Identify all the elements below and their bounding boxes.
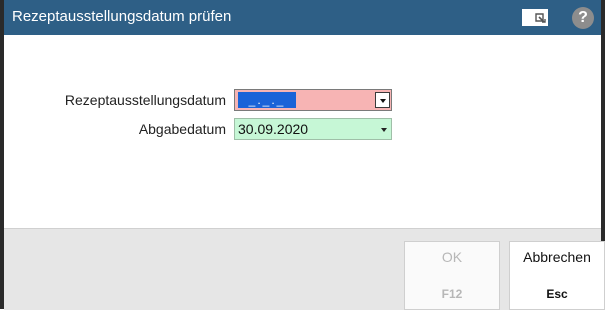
form-area: Rezeptausstellungsdatum _._._ Abgabedatu…	[4, 35, 601, 228]
dialog-title: Rezeptausstellungsdatum prüfen	[12, 8, 232, 25]
ok-button-label: OK	[441, 249, 463, 265]
rezept-date-dropdown-button[interactable]	[375, 92, 390, 108]
button-bar: OK F12 Abbrechen Esc	[4, 228, 605, 310]
dialog-window: Rezeptausstellungsdatum prüfen ? Rezepta…	[0, 0, 605, 310]
abgabe-date-value[interactable]: 30.09.2020	[238, 119, 308, 139]
cancel-button-label: Abbrechen	[523, 249, 591, 265]
cancel-button-shortcut: Esc	[546, 287, 568, 301]
chevron-down-icon[interactable]	[381, 128, 387, 132]
rezept-date-value[interactable]: _._._	[238, 92, 296, 108]
rezept-date-label: Rezeptausstellungsdatum	[64, 92, 226, 108]
window-icon[interactable]	[522, 9, 548, 26]
abgabe-date-field[interactable]: 30.09.2020	[234, 118, 392, 140]
rezept-date-field[interactable]: _._._	[234, 89, 392, 111]
ok-button[interactable]: OK F12	[404, 241, 500, 310]
abgabe-date-label: Abgabedatum	[138, 121, 226, 137]
title-bar: Rezeptausstellungsdatum prüfen ?	[4, 0, 601, 35]
cancel-button[interactable]: Abbrechen Esc	[509, 241, 605, 310]
ok-button-shortcut: F12	[441, 287, 463, 301]
help-icon[interactable]: ?	[572, 7, 594, 29]
